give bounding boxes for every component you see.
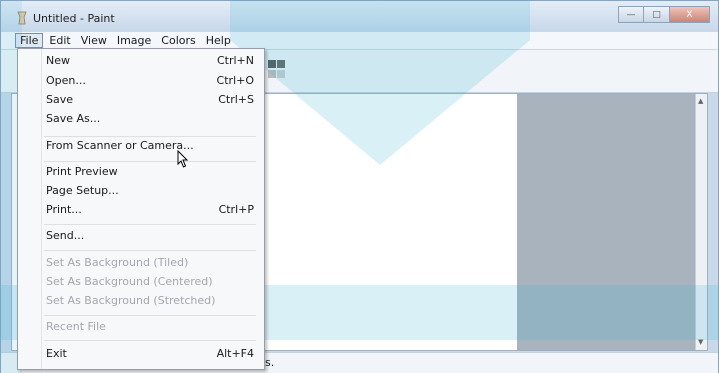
minimize-button[interactable]: —	[618, 6, 644, 23]
minimize-icon: —	[626, 9, 636, 20]
menu-item-shortcut: Ctrl+N	[216, 54, 254, 67]
menu-item-shortcut: Ctrl+O	[216, 74, 254, 87]
menu-item-background-stretched: Set As Background (Stretched)	[42, 292, 258, 310]
menu-item-page-setup[interactable]: Page Setup...	[42, 182, 258, 200]
menu-item-label: Save	[46, 93, 74, 106]
menu-separator	[44, 340, 256, 341]
menu-gutter	[18, 49, 42, 369]
watermark-shape	[230, 0, 530, 165]
menu-item-new[interactable]: New Ctrl+N	[42, 52, 258, 70]
menu-item-background-centered: Set As Background (Centered)	[42, 273, 258, 291]
menu-image[interactable]: Image	[113, 33, 155, 48]
menu-item-exit[interactable]: Exit Alt+F4	[42, 345, 258, 363]
menu-item-label: Exit	[46, 347, 67, 360]
status-text: s.	[265, 356, 275, 369]
menu-item-recent-file: Recent File	[42, 318, 258, 336]
menu-item-label: New	[46, 54, 70, 67]
menu-separator	[44, 315, 256, 316]
file-menu-dropdown: New Ctrl+N Open... Ctrl+O Save Ctrl+S Sa…	[17, 48, 265, 370]
menu-separator	[44, 224, 256, 225]
menu-item-shortcut: Ctrl+S	[218, 93, 254, 106]
menu-item-label: Print Preview	[46, 165, 118, 178]
menu-item-save-as[interactable]: Save As...	[42, 110, 258, 128]
menu-colors[interactable]: Colors	[157, 33, 199, 48]
menu-item-label: Set As Background (Stretched)	[46, 294, 216, 307]
menu-view[interactable]: View	[77, 33, 111, 48]
menu-item-save[interactable]: Save Ctrl+S	[42, 91, 258, 109]
menu-item-send[interactable]: Send...	[42, 227, 258, 245]
menu-item-label: Send...	[46, 229, 85, 242]
menu-item-print-preview[interactable]: Print Preview	[42, 163, 258, 181]
menu-separator	[44, 161, 256, 162]
menu-item-label: Page Setup...	[46, 184, 119, 197]
close-icon: X	[686, 9, 693, 20]
menu-item-label: Open...	[46, 74, 86, 87]
maximize-button[interactable]: □	[644, 6, 670, 23]
menu-item-label: Save As...	[46, 112, 101, 125]
menu-item-label: Print...	[46, 203, 82, 216]
close-button[interactable]: X	[670, 6, 710, 23]
menu-item-label: From Scanner or Camera...	[46, 139, 194, 152]
menu-item-open[interactable]: Open... Ctrl+O	[42, 72, 258, 90]
menu-item-label: Recent File	[46, 320, 106, 333]
scroll-up-arrow-icon[interactable]: ▲	[698, 97, 703, 105]
menu-item-shortcut: Ctrl+P	[218, 203, 254, 216]
menu-item-label: Set As Background (Centered)	[46, 275, 213, 288]
menu-item-label: Set As Background (Tiled)	[46, 256, 189, 269]
window-title: Untitled - Paint	[33, 12, 115, 25]
mouse-cursor-icon	[177, 150, 189, 168]
window-controls: — □ X	[618, 6, 710, 24]
menu-item-shortcut: Alt+F4	[216, 347, 254, 360]
menu-separator	[44, 250, 256, 251]
menu-item-print[interactable]: Print... Ctrl+P	[42, 201, 258, 219]
maximize-icon: □	[652, 9, 661, 20]
menu-edit[interactable]: Edit	[45, 33, 74, 48]
menu-item-from-scanner[interactable]: From Scanner or Camera...	[42, 137, 258, 155]
menu-item-background-tiled: Set As Background (Tiled)	[42, 254, 258, 272]
